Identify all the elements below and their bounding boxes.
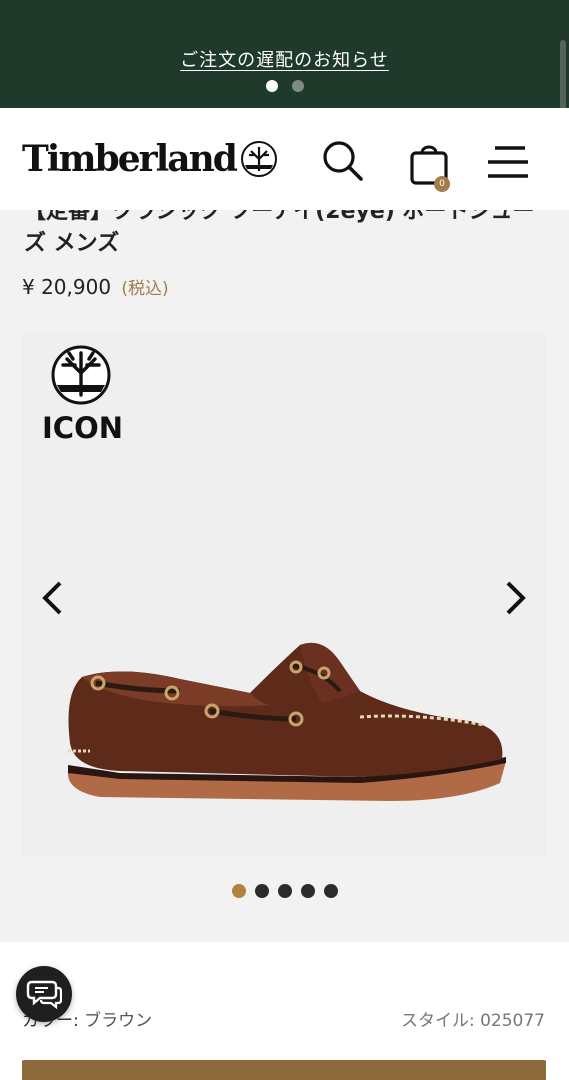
chevron-right-icon (506, 581, 526, 615)
gallery-pager (0, 884, 569, 898)
announcement-pager (0, 80, 569, 92)
cart-count-badge: 0 (434, 176, 450, 192)
tax-note: (税込) (121, 279, 169, 299)
search-icon (323, 141, 363, 181)
brand-logo[interactable]: Timberland (22, 138, 278, 180)
product-gallery[interactable]: ICON (22, 333, 546, 857)
tree-logo-icon (51, 345, 111, 405)
announcement-bar: ご注文の遅配のお知らせ (0, 0, 569, 108)
gallery-dot[interactable] (254, 884, 269, 898)
product-price: ¥ 20,900 (税込) (22, 274, 169, 299)
menu-icon (488, 146, 528, 178)
gallery-dot[interactable] (323, 884, 338, 898)
gallery-dot[interactable] (277, 884, 292, 898)
gallery-dot[interactable] (231, 884, 246, 898)
product-image (67, 642, 506, 801)
tree-logo-icon (240, 141, 277, 177)
announcement-dot[interactable] (265, 80, 278, 92)
chevron-left-icon (42, 581, 62, 615)
color-value: ブラウン (84, 1011, 153, 1031)
price-value: ¥ 20,900 (22, 275, 112, 299)
gallery-dot[interactable] (300, 884, 315, 898)
cart-button[interactable]: 0 (402, 134, 456, 194)
logo-text: Timberland (22, 138, 238, 180)
announcement-dot[interactable] (291, 80, 304, 92)
icon-badge: ICON (42, 345, 123, 445)
gallery-next-button[interactable] (496, 573, 536, 623)
chat-icon (26, 980, 62, 1010)
product-title: 【定番】クラシック ツーアイ(2eye) ボートシューズ メンズ (24, 210, 535, 256)
search-button[interactable] (316, 134, 370, 188)
menu-button[interactable] (482, 138, 534, 186)
chat-button[interactable] (16, 966, 72, 1022)
gallery-prev-button[interactable] (32, 573, 72, 623)
announcement-link[interactable]: ご注文の遅配のお知らせ (0, 46, 569, 72)
style-info: スタイル: 025077 (401, 1006, 545, 1031)
color-swatch-button[interactable] (22, 1060, 546, 1080)
style-label: スタイル: (400, 1011, 475, 1031)
product-content: 【定番】クラシック ツーアイ(2eye) ボートシューズ メンズ ¥ 20,90… (0, 210, 569, 942)
site-header: Timberland 0 (0, 108, 569, 210)
style-value: 025077 (480, 1011, 545, 1031)
product-options: カラー: ブラウン スタイル: 025077 (0, 942, 569, 1080)
icon-badge-text: ICON (42, 411, 123, 445)
